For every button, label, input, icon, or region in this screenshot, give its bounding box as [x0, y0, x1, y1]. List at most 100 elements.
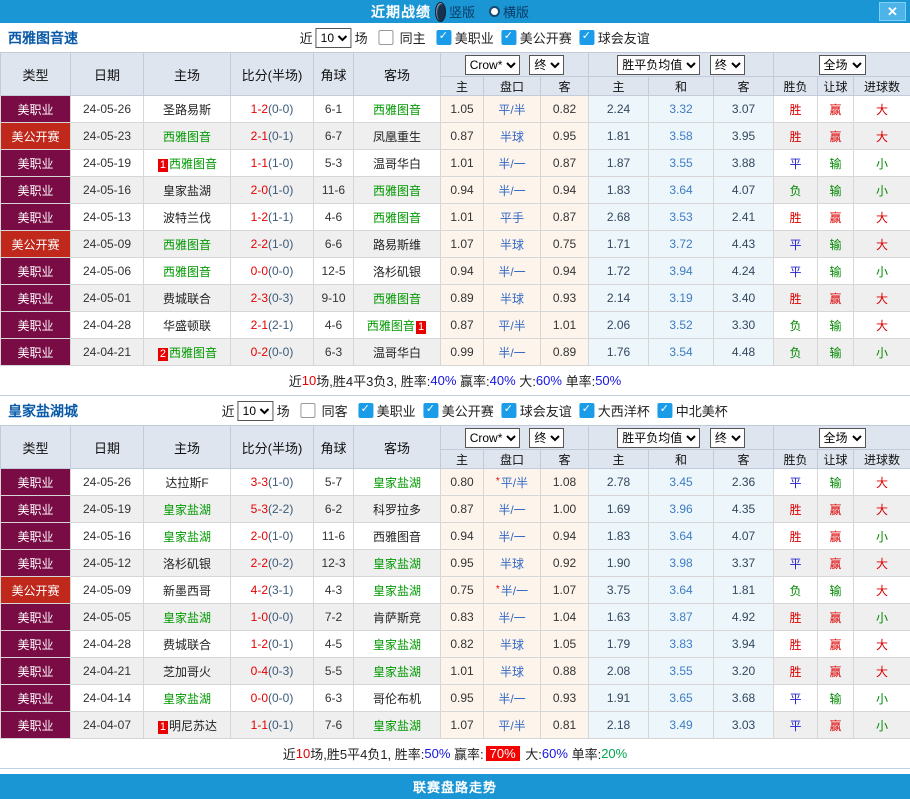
- vertical-layout-radio[interactable]: 竖版: [434, 1, 485, 22]
- corner-cell: 5-5: [313, 657, 354, 685]
- match-count-select[interactable]: 10: [237, 400, 274, 421]
- final-odds-select[interactable]: 终: [529, 427, 565, 448]
- winlose-result-cell: 胜: [773, 630, 819, 658]
- avg-draw-cell: 3.32: [648, 95, 715, 123]
- goals-result-cell: 小: [853, 149, 910, 177]
- fullmatch-select[interactable]: 全场: [818, 427, 866, 448]
- handicap-result-header: 让球: [817, 76, 855, 96]
- wdl-average-select[interactable]: 胜平负均值: [617, 54, 701, 75]
- league-type-cell: 美职业: [0, 684, 71, 712]
- bookmaker-select-cell: Crow* 终: [439, 52, 590, 77]
- team-label: 西雅图音: [372, 291, 421, 306]
- avg-home-cell: 1.91: [588, 684, 650, 712]
- league-checkbox-label: 中北美杯: [675, 404, 728, 419]
- avg-home-cell: 1.90: [588, 549, 650, 577]
- league-type-cell: 美职业: [0, 495, 71, 523]
- away-team-cell: 肯萨斯竞: [353, 603, 441, 631]
- league-checkbox[interactable]: [579, 30, 595, 45]
- away-team-cell: 哥伦布机: [353, 684, 441, 712]
- corner-cell: 4-3: [313, 576, 354, 604]
- fullmatch-select-cell: 全场: [773, 425, 910, 450]
- titlebar: 近期战绩 竖版 横版 ✕: [0, 0, 910, 23]
- avg-away-cell: 3.30: [713, 311, 775, 339]
- section-head-home-team: 西雅图音速 近10场 同主 美职业 美公开赛 球会友谊: [0, 23, 910, 52]
- match-row: 美职业 24-05-26 圣路易斯 1-2(0-0) 6-1 西雅图音 1.05 平/半 0.8…: [0, 95, 910, 123]
- away-team-cell: 西雅图音: [353, 176, 441, 204]
- winlose-result-cell: 胜: [773, 95, 819, 123]
- same-venue-checkbox[interactable]: [378, 30, 394, 45]
- league-checkbox[interactable]: [423, 403, 439, 418]
- horizontal-layout-radio[interactable]: 横版: [489, 2, 539, 21]
- goals-result-cell: 大: [853, 549, 910, 577]
- league-checkbox[interactable]: [436, 30, 452, 45]
- team-label: 皇家盐湖: [162, 691, 211, 706]
- league-checkbox[interactable]: [657, 403, 673, 418]
- team-label: 华盛顿联: [162, 318, 211, 333]
- avg-home-cell: 1.71: [588, 230, 650, 258]
- score-column-header: 比分(半场): [230, 425, 314, 469]
- handicap-result-cell: 赢: [817, 603, 855, 631]
- fulltime-score: 1-2: [250, 210, 268, 224]
- avg-away-cell: 3.88: [713, 149, 775, 177]
- final-average-select[interactable]: 终: [709, 54, 745, 75]
- away-team-rows: 美职业 24-05-26 达拉斯F 3-3(1-0) 5-7 皇家盐湖 0.80 *平/半 1.…: [0, 468, 910, 739]
- league-type-cell: 美职业: [0, 176, 71, 204]
- team-label: 洛杉矶银: [372, 264, 421, 279]
- goals-result-cell: 大: [853, 630, 910, 658]
- team-label: 西雅图音: [372, 102, 421, 117]
- bookmaker-select[interactable]: Crow*: [464, 54, 520, 75]
- match-date-cell: 24-05-09: [70, 576, 144, 604]
- corner-cell: 7-6: [313, 711, 354, 739]
- match-date-cell: 24-04-28: [70, 311, 144, 339]
- goals-result-cell: 小: [853, 257, 910, 285]
- winlose-result-cell: 负: [773, 576, 819, 604]
- handicap-cell: *半/一: [483, 576, 541, 604]
- summary-segment: 60%: [535, 373, 562, 388]
- odds-away-cell: 0.87: [539, 149, 590, 177]
- league-checkbox[interactable]: [501, 30, 517, 45]
- filters-away-team: 近10场 同客 美职业 美公开赛 球会友谊 大西洋杯 中北美杯: [219, 400, 728, 421]
- summary-segment: 60%: [541, 746, 568, 761]
- match-date-cell: 24-04-21: [70, 657, 144, 685]
- goals-result-cell: 大: [853, 495, 910, 523]
- home-team-cell: 皇家盐湖: [143, 495, 231, 523]
- league-checkbox[interactable]: [358, 403, 374, 418]
- odds-home-cell: 1.05: [440, 95, 484, 123]
- date-column-header: 日期: [70, 425, 144, 469]
- avg-home-cell: 1.83: [588, 176, 650, 204]
- goals-result-cell: 小: [853, 338, 910, 366]
- halftime-score: (0-0): [268, 102, 294, 116]
- final-odds-select[interactable]: 终: [529, 54, 565, 75]
- home-column-header: 主场: [143, 425, 231, 469]
- fulltime-score: 2-1: [250, 318, 268, 332]
- match-count-select[interactable]: 10: [315, 27, 352, 48]
- handicap-result-cell: 赢: [817, 549, 855, 577]
- goals-result-cell: 大: [853, 122, 910, 150]
- early-odds-star: *: [495, 475, 500, 487]
- corner-cell: 6-2: [313, 495, 354, 523]
- league-checkbox[interactable]: [501, 403, 517, 418]
- same-venue-checkbox[interactable]: [300, 403, 316, 418]
- final-average-select[interactable]: 终: [709, 427, 745, 448]
- close-button[interactable]: ✕: [879, 2, 906, 21]
- team-label: 西雅图音: [169, 345, 218, 360]
- wdl-average-select[interactable]: 胜平负均值: [617, 427, 701, 448]
- away-team-cell: 温哥华白: [353, 338, 441, 366]
- bookmaker-select[interactable]: Crow*: [464, 427, 520, 448]
- avg-home-cell: 1.87: [588, 149, 650, 177]
- handicap-cell: 半/一: [483, 338, 541, 366]
- avg-away-cell: 4.07: [713, 522, 775, 550]
- odds-home-cell: 1.01: [440, 203, 484, 231]
- fullmatch-select[interactable]: 全场: [818, 54, 866, 75]
- league-type-cell: 美公开赛: [0, 230, 71, 258]
- date-column-header: 日期: [70, 52, 144, 96]
- league-checkbox[interactable]: [579, 403, 595, 418]
- match-row: 美职业 24-05-16 皇家盐湖 2-0(1-0) 11-6 西雅图音 0.94 半/一 0.…: [0, 176, 910, 204]
- corner-cell: 6-3: [313, 338, 354, 366]
- home-team-cell: 西雅图音: [143, 257, 231, 285]
- team-label: 新墨西哥: [162, 583, 211, 598]
- odds-home-cell: 0.87: [440, 311, 484, 339]
- avg-draw-header: 和: [648, 449, 715, 469]
- avg-away-cell: 2.36: [713, 468, 775, 496]
- avg-draw-cell: 3.19: [648, 284, 715, 312]
